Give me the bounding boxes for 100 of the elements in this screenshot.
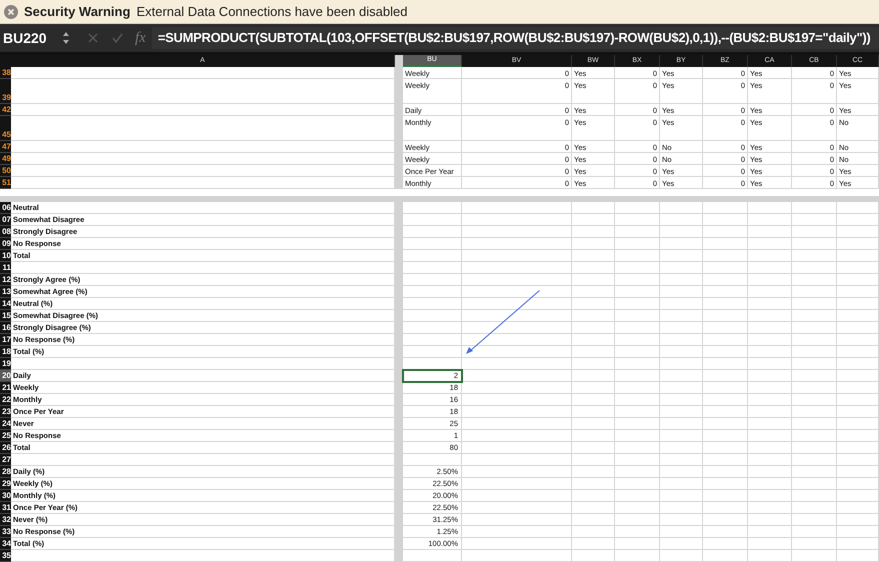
row-number[interactable]: 20 [2,370,11,381]
table-cell [572,526,615,538]
row-number[interactable]: 22 [2,394,11,405]
row-number[interactable]: 28 [2,466,11,477]
table-cell [703,346,748,358]
table-cell [615,262,660,274]
table-cell [660,478,703,490]
table-cell [792,394,837,406]
row-number[interactable]: 35 [2,550,11,561]
table-cell [748,262,792,274]
table-cell [792,334,837,346]
row-number[interactable]: 26 [2,442,11,453]
table-cell [748,202,792,214]
row-number[interactable]: 33 [2,526,11,537]
table-cell [748,214,792,226]
check-icon[interactable] [112,33,123,43]
row-number[interactable]: 38 [2,67,11,78]
cancel-icon[interactable] [88,33,98,43]
row-number[interactable]: 27 [2,454,11,465]
row-number[interactable]: 24 [2,418,11,429]
row-number[interactable]: 13 [2,286,11,297]
warning-title: Security Warning [24,2,130,21]
row-number[interactable]: 31 [2,502,11,513]
row-number[interactable]: 47 [2,141,11,152]
row-number[interactable]: 32 [2,514,11,525]
row-number[interactable]: 51 [2,177,11,188]
table-cell [703,430,748,442]
table-cell [748,490,792,502]
table-cell [792,526,837,538]
row-number[interactable]: 50 [2,165,11,176]
row-number[interactable]: 09 [2,238,11,249]
table-cell [837,550,879,562]
table-cell [572,370,615,382]
table-cell [703,526,748,538]
table-cell [792,250,837,262]
table-cell [660,550,703,562]
table-cell [660,274,703,286]
table-cell [792,442,837,454]
row-number[interactable]: 14 [2,298,11,309]
table-cell [660,382,703,394]
table-cell [748,514,792,526]
table-cell [703,298,748,310]
row-number[interactable]: 15 [2,310,11,321]
row-number[interactable]: 34 [2,538,11,549]
row-number[interactable]: 12 [2,274,11,285]
row-number[interactable]: 29 [2,478,11,489]
row-number[interactable]: 06 [2,202,11,213]
table-cell [748,322,792,334]
table-cell [572,346,615,358]
table-cell [792,406,837,418]
formula-field[interactable]: =SUMPRODUCT(SUBTOTAL(103,OFFSET(BU$2:BU$197,ROW(BU$2:BU$197)-ROW(BU$2),0,1)),--(BU$2:BU$197="daily")) [152,27,879,49]
table-cell [792,214,837,226]
table-cell [837,442,879,454]
table-cell [660,394,703,406]
table-cell [837,358,879,370]
table-cell [703,394,748,406]
table-cell [837,370,879,382]
table-cell [748,274,792,286]
table-cell [572,490,615,502]
row-number[interactable]: 30 [2,490,11,501]
name-box[interactable]: BU220 [3,28,47,48]
table-cell [572,214,615,226]
table-cell [615,358,660,370]
table-cell [615,514,660,526]
table-cell [660,226,703,238]
row-number[interactable]: 18 [2,346,11,357]
table-cell [837,214,879,226]
row-number[interactable]: 16 [2,322,11,333]
row-number[interactable]: 08 [2,226,11,237]
row-number[interactable]: 42 [2,104,11,115]
table-cell [792,274,837,286]
table-cell [703,358,748,370]
table-cell [703,418,748,430]
table-cell [748,382,792,394]
row-number[interactable]: 21 [2,382,11,393]
row-number[interactable]: 49 [2,153,11,164]
table-cell [837,238,879,250]
table-cell [615,310,660,322]
table-cell [748,334,792,346]
row-number[interactable]: 19 [2,358,11,369]
row-number[interactable]: 23 [2,406,11,417]
table-cell [703,262,748,274]
table-cell [615,466,660,478]
row-number[interactable]: 10 [2,250,11,261]
table-cell [837,262,879,274]
row-number[interactable]: 25 [2,430,11,441]
table-cell [703,382,748,394]
table-cell [615,286,660,298]
table-cell [615,394,660,406]
row-number[interactable]: 17 [2,334,11,345]
row-number[interactable]: 07 [2,214,11,225]
warning-message: External Data Connections have been disabled [136,2,408,21]
close-icon[interactable] [4,4,18,18]
table-cell [572,418,615,430]
spinner-icon[interactable] [62,31,70,45]
table-cell [703,466,748,478]
table-cell [615,550,660,562]
table-cell [748,454,792,466]
table-cell [660,430,703,442]
table-cell [837,322,879,334]
